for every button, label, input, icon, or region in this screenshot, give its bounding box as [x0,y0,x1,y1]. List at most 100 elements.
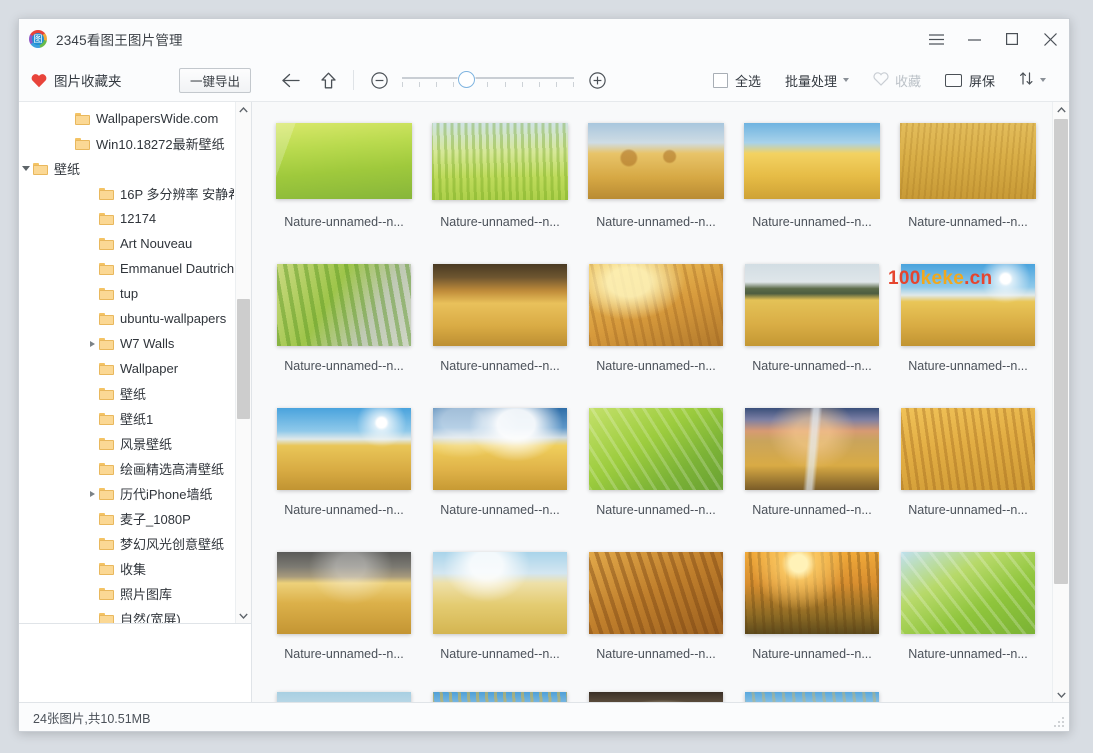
scroll-down-icon[interactable] [236,608,251,623]
arrow-left-icon[interactable] [275,65,305,95]
thumbnail-image[interactable] [589,408,723,490]
thumbnail-image[interactable] [901,408,1035,490]
arrow-up-icon[interactable] [313,65,343,95]
thumbnail-item[interactable]: Nature-unnamed--n... [422,404,578,548]
thumbnail-item[interactable]: Nature-unnamed--n... [890,116,1046,260]
export-button[interactable]: 一键导出 [179,67,252,93]
folder-tree-item[interactable]: 风景壁纸 [19,431,234,456]
folder-tree-item[interactable]: 自然(宽屏) [19,606,234,623]
thumbnail-image[interactable] [433,552,567,634]
thumbnail-image[interactable] [277,264,411,346]
thumbnail-image[interactable] [277,692,411,702]
folder-tree-item[interactable]: 收集 [19,556,234,581]
folder-tree-item[interactable]: 壁纸1 [19,406,234,431]
folder-tree-item[interactable]: ubuntu-wallpapers [19,306,234,331]
folder-tree-item[interactable]: Win10.18272最新壁纸 [19,131,234,156]
thumbnail-image[interactable] [900,123,1036,199]
menu-icon[interactable] [917,19,955,59]
thumbnail-item[interactable]: Nature-unnamed--n... [266,116,422,260]
folder-tree-item[interactable]: 照片图库 [19,581,234,606]
chevron-down-icon[interactable] [19,166,33,171]
folder-tree-item[interactable]: WallpapersWide.com [19,106,234,131]
thumbnail-image-box [744,116,880,206]
thumbnail-item[interactable]: Nature-unnamed--n... [266,260,422,404]
thumbnail-item[interactable]: Nature-unnamed--n... [734,404,890,548]
folder-tree-item[interactable]: 麦子_1080P [19,506,234,531]
thumbnail-item[interactable]: Nature-unnamed--n... [578,116,734,260]
thumbnail-image[interactable] [745,552,879,634]
sort-button[interactable] [1010,67,1055,93]
thumbnail-item[interactable]: Nature-unnamed--n... [890,404,1046,548]
thumbnail-image[interactable] [433,692,567,702]
scroll-up-icon[interactable] [236,102,251,117]
thumbnail-item[interactable]: Nature-unnamed--n... [422,260,578,404]
thumbnail-item[interactable]: Nature-unnamed--n... [578,260,734,404]
select-all-checkbox[interactable]: 全选 [704,67,770,93]
thumbnail-item[interactable]: Nature-unnamed--n... [422,116,578,260]
scroll-down-icon[interactable] [1053,687,1069,702]
thumbnail-item[interactable]: Nature-unnamed--n... [422,548,578,692]
thumbnail-item[interactable]: Nature-unnamed--n... [578,404,734,548]
folder-tree-item[interactable]: 12174 [19,206,234,231]
close-icon[interactable] [1031,19,1069,59]
thumbnail-image[interactable] [432,122,568,200]
thumbnail-item[interactable]: Nature-unnamed--n... [890,260,1046,404]
zoom-slider[interactable] [402,66,575,94]
thumbnail-item[interactable] [266,692,422,702]
folder-tree-item[interactable]: Emmanuel Dautrich [19,256,234,281]
thumbnail-image[interactable] [588,123,724,199]
thumbnail-image[interactable] [433,264,567,346]
thumbnail-item[interactable] [578,692,734,702]
folder-tree-item[interactable]: 历代iPhone墙纸 [19,481,234,506]
thumbnail-image[interactable] [901,264,1035,346]
thumbnail-item[interactable]: Nature-unnamed--n... [266,404,422,548]
thumbnail-image[interactable] [901,552,1035,634]
thumbnail-image[interactable] [276,123,412,199]
folder-tree-item[interactable]: W7 Walls [19,331,234,356]
minimize-icon[interactable] [955,19,993,59]
folder-tree-item[interactable]: tup [19,281,234,306]
sidebar-scrollbar[interactable] [235,102,251,623]
thumbnail-image[interactable] [589,692,723,702]
screensaver-button[interactable]: 屏保 [936,67,1004,93]
thumbnail-image[interactable] [745,408,879,490]
content-scrollbar[interactable] [1052,102,1069,702]
thumbnail-image[interactable] [745,692,879,702]
folder-tree-item[interactable]: 壁纸 [19,156,234,181]
thumbnail-item[interactable] [422,692,578,702]
thumbnail-item[interactable]: Nature-unnamed--n... [734,548,890,692]
zoom-slider-handle[interactable] [458,71,476,88]
zoom-in-icon[interactable] [582,65,612,95]
content-scroll-thumb[interactable] [1054,119,1068,584]
folder-tree-item[interactable]: Art Nouveau [19,231,234,256]
collect-button[interactable]: 收藏 [864,67,930,93]
thumbnail-item[interactable]: Nature-unnamed--n... [578,548,734,692]
zoom-out-icon[interactable] [364,65,394,95]
chevron-right-icon[interactable] [85,340,99,347]
folder-tree-item[interactable]: 壁纸 [19,381,234,406]
thumbnail-item[interactable]: Nature-unnamed--n... [890,548,1046,692]
window-controls [917,19,1069,59]
folder-tree-item[interactable]: 16P 多分辨率 安静希 [19,181,234,206]
folder-tree-item[interactable]: 梦幻风光创意壁纸 [19,531,234,556]
thumbnail-image[interactable] [589,552,723,634]
folder-tree-item[interactable]: 绘画精选高清壁纸 [19,456,234,481]
thumbnail-image[interactable] [744,123,880,199]
maximize-icon[interactable] [993,19,1031,59]
folder-tree-item[interactable]: Wallpaper [19,356,234,381]
thumbnail-image[interactable] [589,264,723,346]
thumbnail-image[interactable] [745,264,879,346]
chevron-right-icon[interactable] [85,490,99,497]
thumbnail-item[interactable]: Nature-unnamed--n... [734,116,890,260]
sidebar-scroll-thumb[interactable] [237,299,250,419]
thumbnail-image[interactable] [277,408,411,490]
favorites-label[interactable]: 图片收藏夹 [54,70,122,90]
thumbnail-image[interactable] [433,408,567,490]
thumbnail-item[interactable]: Nature-unnamed--n... [734,260,890,404]
resize-grip[interactable] [1053,716,1065,728]
batch-process-button[interactable]: 批量处理 [776,67,858,93]
thumbnail-item[interactable]: Nature-unnamed--n... [266,548,422,692]
scroll-up-icon[interactable] [1053,102,1069,117]
thumbnail-item[interactable] [734,692,890,702]
thumbnail-image[interactable] [277,552,411,634]
